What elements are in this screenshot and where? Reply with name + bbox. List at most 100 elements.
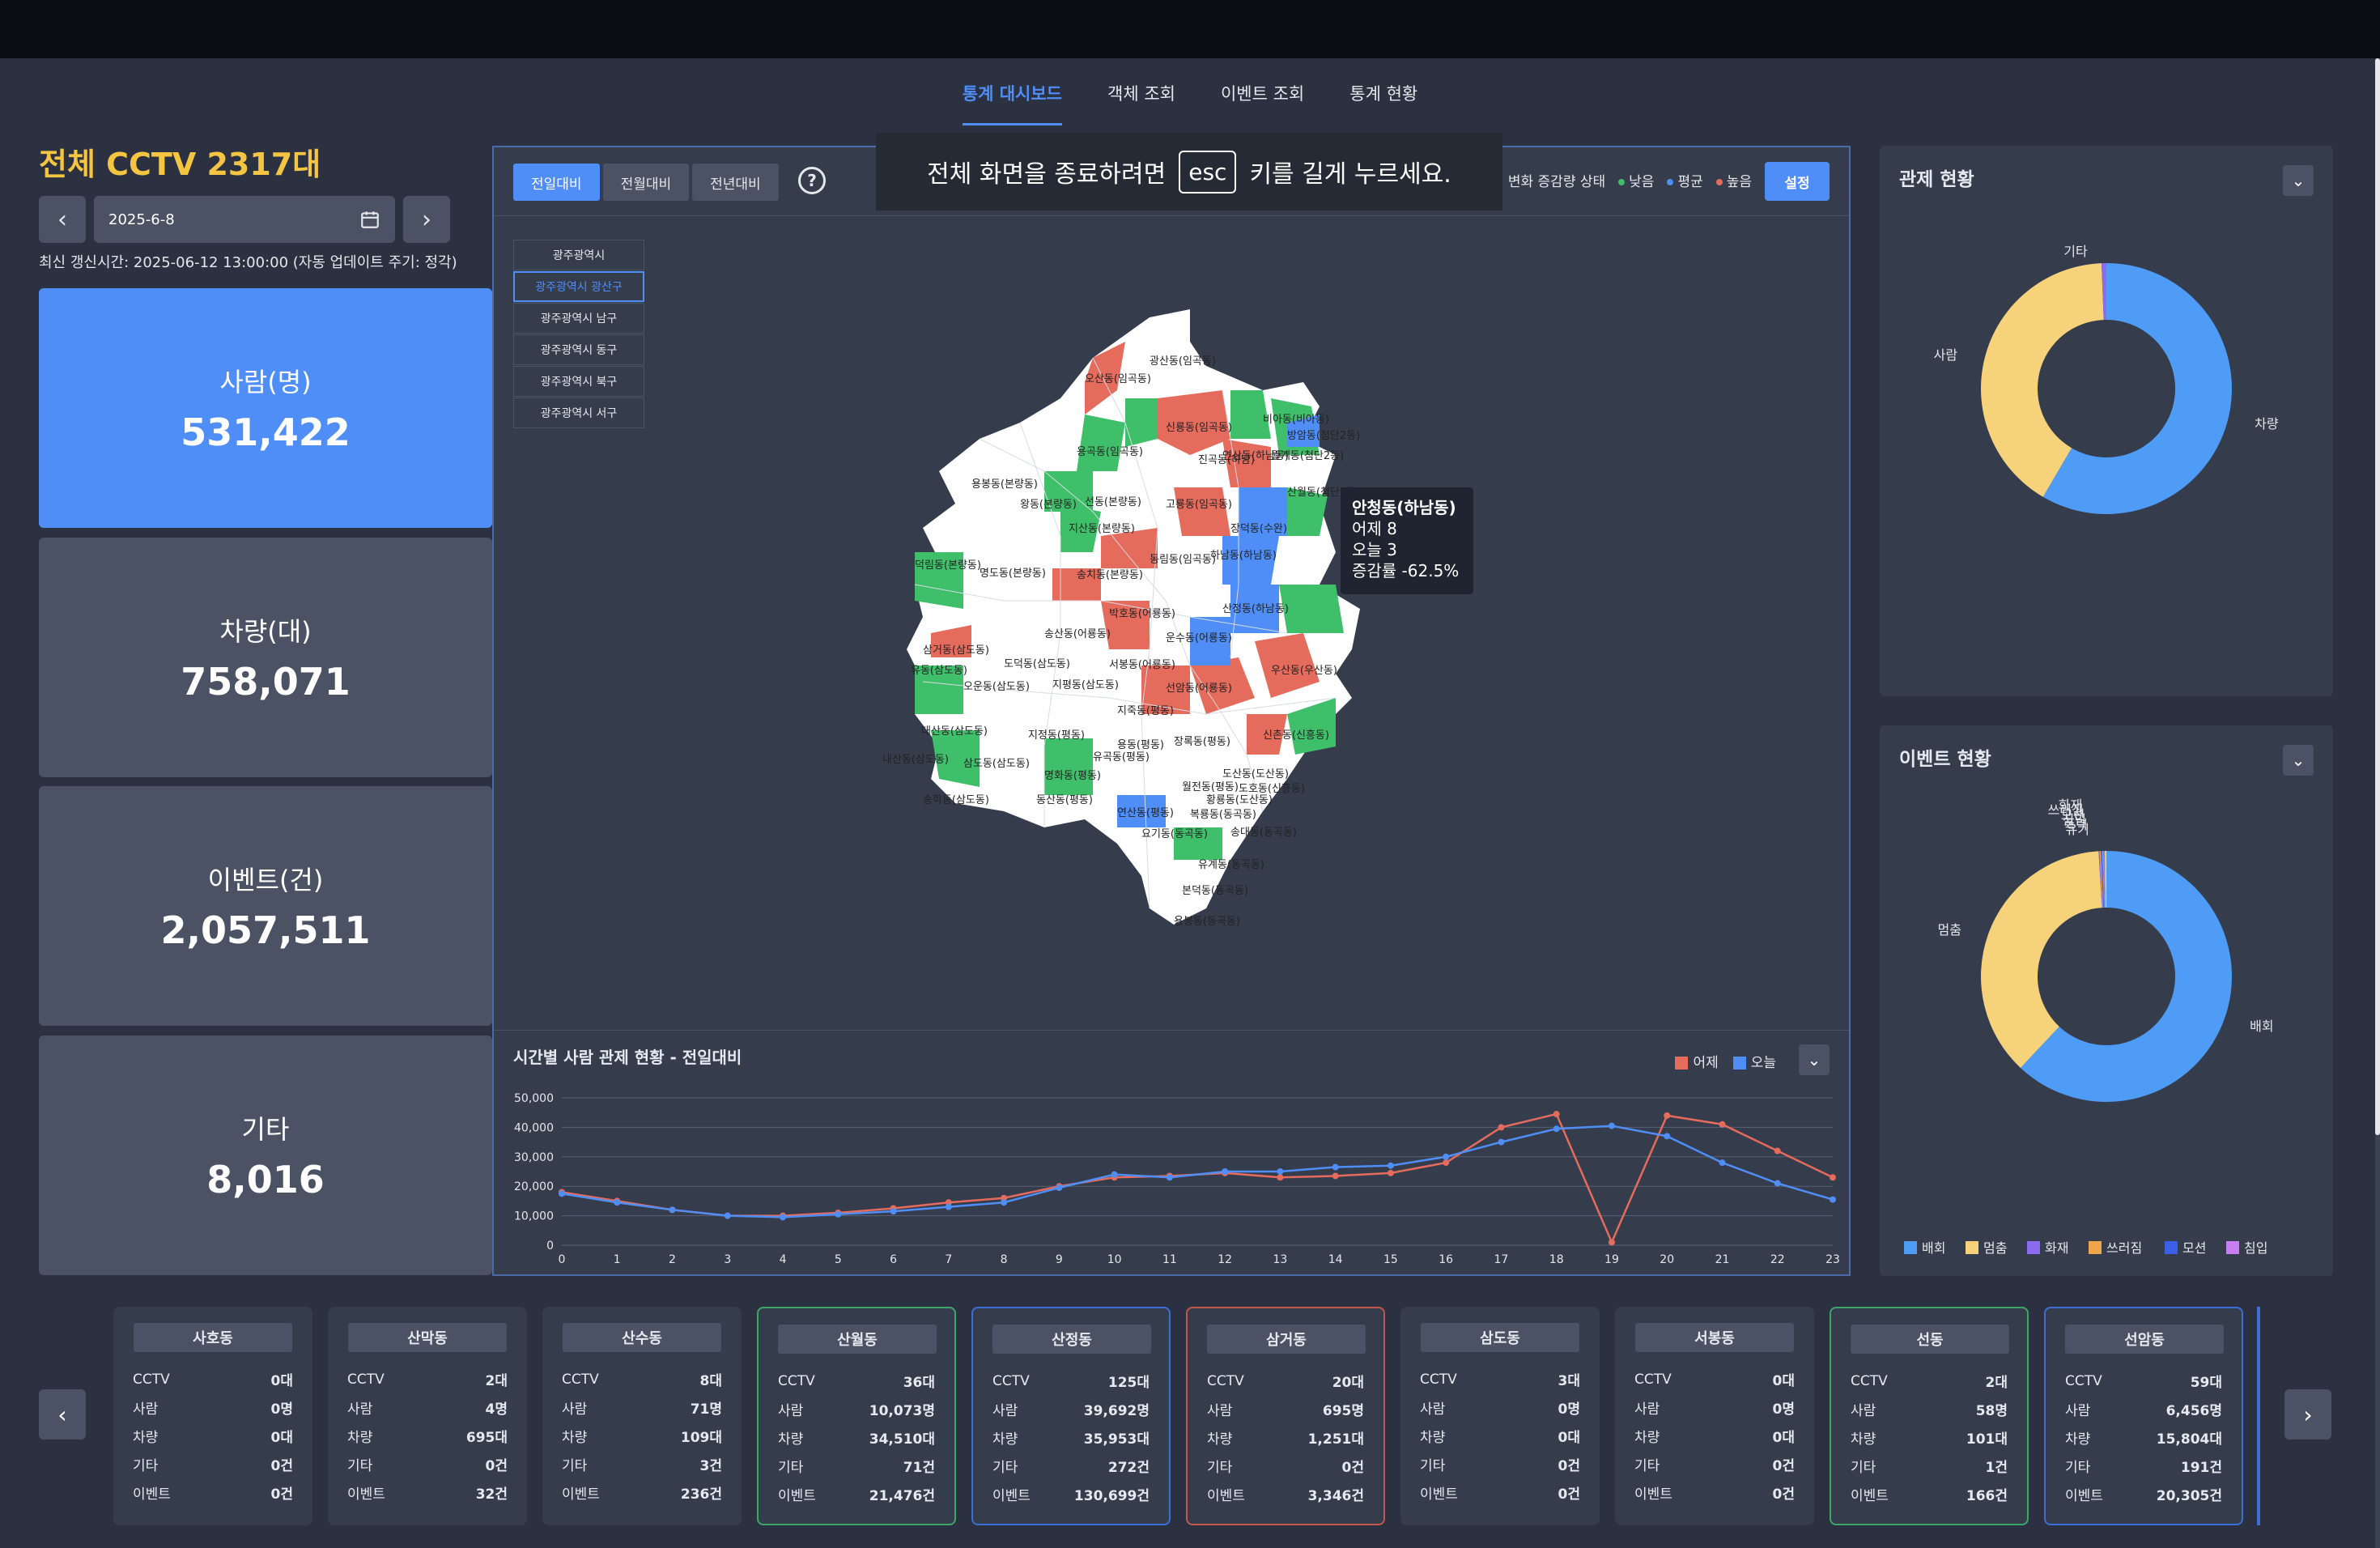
- data-point[interactable]: [1553, 1125, 1560, 1133]
- data-point[interactable]: [1608, 1239, 1615, 1246]
- data-point[interactable]: [1774, 1180, 1781, 1187]
- data-point[interactable]: [1277, 1168, 1284, 1175]
- data-point[interactable]: [1387, 1169, 1394, 1176]
- dong-stat-label: CCTV: [133, 1371, 170, 1388]
- region-item[interactable]: 광주광역시 동구: [513, 334, 644, 365]
- dong-stat-value: 0대: [1558, 1430, 1580, 1446]
- data-point[interactable]: [724, 1212, 731, 1219]
- dong-card[interactable]: 서봉동 CCTV 0대 사람 0명 차량 0대 기타 0건 이벤트 0건: [1615, 1307, 1814, 1525]
- data-point[interactable]: [835, 1210, 842, 1218]
- event-count-card[interactable]: 이벤트(건) 2,057,511: [39, 786, 492, 1026]
- dong-stat-row: 사람 39,692명: [992, 1395, 1150, 1423]
- date-field[interactable]: 2025-6-8: [94, 196, 395, 243]
- data-point[interactable]: [614, 1199, 621, 1206]
- region-item[interactable]: 광주광역시 서구: [513, 398, 644, 428]
- map-tooltip: 안청동(하남동) 어제 8 오늘 3 증감률 -62.5%: [1341, 487, 1473, 594]
- settings-button[interactable]: 설정: [1765, 162, 1830, 201]
- dong-card[interactable]: 산정동 CCTV 125대 사람 39,692명 차량 35,953대 기타 272건 이벤트 13…: [971, 1307, 1171, 1525]
- data-point[interactable]: [1830, 1196, 1836, 1203]
- prev-date-button[interactable]: ‹: [39, 196, 86, 243]
- x-tick-label: 16: [1439, 1253, 1453, 1266]
- dong-card[interactable]: 선암동 CCTV 59대 사람 6,456명 차량 15,804대 기타 191건 이벤트 20,3…: [2044, 1307, 2243, 1525]
- dong-card[interactable]: 산수동 CCTV 8대 사람 71명 차량 109대 기타 3건 이벤트 236건: [542, 1307, 742, 1525]
- data-point[interactable]: [1664, 1112, 1671, 1119]
- dong-stat-label: 사람: [992, 1403, 1018, 1419]
- region-item[interactable]: 광주광역시: [513, 240, 644, 270]
- chart-expand-button[interactable]: ⌄: [1799, 1044, 1830, 1075]
- data-point[interactable]: [1498, 1124, 1505, 1131]
- x-tick-label: 8: [1001, 1253, 1008, 1266]
- help-icon[interactable]: ?: [798, 167, 826, 194]
- data-point[interactable]: [1443, 1153, 1450, 1160]
- next-date-button[interactable]: ›: [403, 196, 450, 243]
- data-point[interactable]: [1774, 1147, 1781, 1155]
- card-value: 8,016: [206, 1158, 325, 1201]
- data-point[interactable]: [559, 1190, 565, 1197]
- data-point[interactable]: [1332, 1163, 1339, 1171]
- dong-card[interactable]: 산월동 CCTV 36대 사람 10,073명 차량 34,510대 기타 71건 이벤트 21,4…: [757, 1307, 956, 1525]
- map-label: 산정동(하남동): [1222, 603, 1289, 615]
- last-updated-text: 최신 갱신시간: 2025-06-12 13:00:00 (자동 업데이트 주기…: [39, 254, 457, 271]
- tab-compare-day[interactable]: 전일대비: [513, 164, 600, 201]
- tab-compare-month[interactable]: 전월대비: [602, 164, 690, 201]
- region-item-selected[interactable]: 광주광역시 광산구: [513, 271, 644, 302]
- x-tick-label: 13: [1273, 1253, 1287, 1266]
- scrollbar-thumb[interactable]: [2375, 58, 2380, 1135]
- panel-collapse-button[interactable]: ⌄: [2283, 745, 2314, 776]
- carousel-prev-button[interactable]: ‹: [39, 1389, 86, 1440]
- dong-card[interactable]: 사호동 CCTV 0대 사람 0명 차량 0대 기타 0건 이벤트 0건: [113, 1307, 312, 1525]
- dong-card[interactable]: 삼도동 CCTV 3대 사람 0명 차량 0대 기타 0건 이벤트 0건: [1400, 1307, 1600, 1525]
- data-point[interactable]: [669, 1206, 676, 1214]
- data-point[interactable]: [1553, 1111, 1560, 1118]
- donut-slice[interactable]: [1981, 851, 2102, 1068]
- x-tick-label: 23: [1825, 1253, 1840, 1266]
- data-point[interactable]: [1719, 1121, 1726, 1128]
- dong-stat-label: 사람: [1207, 1403, 1233, 1419]
- data-point[interactable]: [1608, 1122, 1615, 1129]
- data-point[interactable]: [1387, 1162, 1394, 1169]
- dong-card[interactable]: 선동 CCTV 2대 사람 58명 차량 101대 기타 1건 이벤트 166건: [1830, 1307, 2029, 1525]
- tab-stats-status[interactable]: 통계 현황: [1349, 78, 1417, 125]
- data-point[interactable]: [1719, 1159, 1726, 1167]
- data-point[interactable]: [780, 1214, 787, 1221]
- carousel-next-button[interactable]: ›: [2284, 1389, 2331, 1440]
- panel-collapse-button[interactable]: ⌄: [2283, 165, 2314, 196]
- dong-stat-label: 차량: [562, 1430, 588, 1446]
- data-point[interactable]: [1664, 1133, 1671, 1140]
- other-count-card[interactable]: 기타 8,016: [39, 1036, 492, 1275]
- dong-name: 산정동: [992, 1325, 1151, 1354]
- data-point[interactable]: [890, 1208, 897, 1215]
- district-map[interactable]: 광산동(임곡동) 오산동(임곡동) 신룡동(임곡동) 비아동(비아동) 방암동(…: [882, 293, 1417, 957]
- dong-stat-row: 차량 1,251대: [1207, 1423, 1364, 1452]
- tab-compare-year[interactable]: 전년대비: [692, 164, 779, 201]
- data-point[interactable]: [1443, 1159, 1450, 1167]
- data-point[interactable]: [1111, 1171, 1118, 1178]
- data-point[interactable]: [1001, 1199, 1008, 1206]
- dong-stat-label: 이벤트: [347, 1486, 385, 1503]
- dong-stat-value: 0건: [1772, 1458, 1795, 1474]
- dong-card[interactable]: 삼거동 CCTV 20대 사람 695명 차량 1,251대 기타 0건 이벤트 3,346건: [1186, 1307, 1385, 1525]
- data-point[interactable]: [1222, 1168, 1229, 1175]
- region-item[interactable]: 광주광역시 남구: [513, 303, 644, 334]
- dong-stat-value: 0건: [270, 1486, 293, 1503]
- data-point[interactable]: [1277, 1174, 1284, 1181]
- vehicle-count-card[interactable]: 차량(대) 758,071: [39, 538, 492, 777]
- region-item[interactable]: 광주광역시 북구: [513, 366, 644, 397]
- dong-stat-label: CCTV: [2065, 1372, 2102, 1389]
- data-point[interactable]: [1498, 1138, 1505, 1146]
- tab-event-search[interactable]: 이벤트 조회: [1221, 78, 1304, 125]
- tab-object-search[interactable]: 객체 조회: [1107, 78, 1175, 125]
- tab-stats-dashboard[interactable]: 통계 대시보드: [962, 78, 1062, 125]
- dong-stat-row: 사람 10,073명: [778, 1395, 935, 1423]
- dong-card[interactable]: 산막동 CCTV 2대 사람 4명 차량 695대 기타 0건 이벤트 32건: [328, 1307, 527, 1525]
- dong-stat-value: 0건: [1772, 1486, 1795, 1503]
- event-status-panel: 이벤트 현황 ⌄ 배회멈춤화재쓰러짐모션침입폭력유기배회멈춤화재쓰러짐모션침입폭…: [1880, 725, 2333, 1276]
- data-point[interactable]: [1332, 1172, 1339, 1180]
- data-point[interactable]: [1056, 1184, 1063, 1192]
- data-point[interactable]: [945, 1203, 952, 1210]
- data-point[interactable]: [1166, 1174, 1173, 1181]
- dong-stat-label: 이벤트: [1634, 1486, 1672, 1503]
- person-count-card[interactable]: 사람(명) 531,422: [39, 288, 492, 528]
- dong-stat-value: 3건: [699, 1458, 722, 1474]
- data-point[interactable]: [1830, 1174, 1836, 1181]
